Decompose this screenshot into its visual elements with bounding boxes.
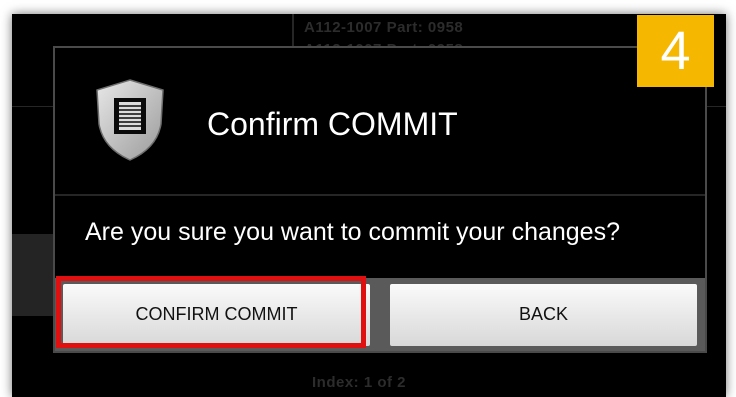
shield-logo-icon — [95, 78, 165, 162]
dialog-divider — [55, 194, 705, 196]
step-number-badge: 4 — [637, 15, 714, 87]
confirm-dialog: Confirm COMMIT Are you sure you want to … — [53, 46, 707, 353]
back-button[interactable]: BACK — [390, 283, 697, 346]
dialog-title: Confirm COMMIT — [207, 106, 458, 142]
confirm-commit-button[interactable]: CONFIRM COMMIT — [63, 283, 370, 346]
dialog-button-bar: CONFIRM COMMIT BACK — [55, 278, 705, 351]
background-text-3: Index: 1 of 2 — [312, 374, 407, 391]
dialog-message: Are you sure you want to commit your cha… — [85, 218, 620, 246]
background-text-1: A112-1007 Part: 0958 — [304, 19, 464, 36]
